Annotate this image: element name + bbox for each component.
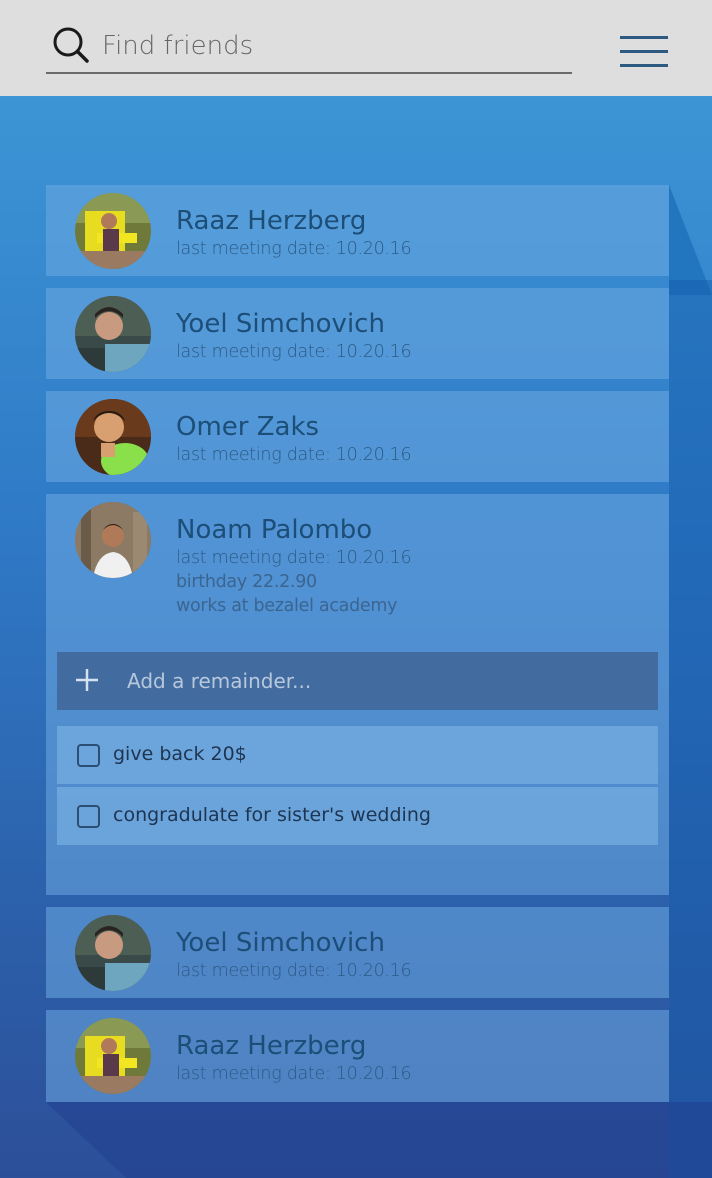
todo-text: give back 20$ — [113, 743, 247, 765]
todo-checkbox[interactable] — [77, 744, 100, 767]
avatar — [75, 399, 151, 475]
friend-card[interactable]: Raaz Herzberg last meeting date: 10.20.1… — [46, 185, 669, 276]
avatar — [75, 915, 151, 991]
avatar — [75, 193, 151, 269]
add-remainder-bar[interactable] — [57, 652, 658, 710]
friend-card[interactable]: Yoel Simchovich last meeting date: 10.20… — [46, 288, 669, 379]
friend-name: Yoel Simchovich — [176, 309, 385, 339]
search-input[interactable] — [102, 26, 562, 66]
friend-card[interactable]: Omer Zaks last meeting date: 10.20.16 — [46, 391, 669, 482]
friend-card-expanded[interactable]: Noam Palombo last meeting date: 10.20.16… — [46, 494, 669, 895]
friend-name: Raaz Herzberg — [176, 206, 367, 236]
card-shadow — [669, 185, 712, 295]
last-meeting-date: last meeting date: 10.20.16 — [176, 342, 412, 362]
todo-checkbox[interactable] — [77, 805, 100, 828]
friend-name: Noam Palombo — [176, 515, 373, 545]
todo-item: give back 20$ — [57, 726, 658, 784]
birthday-text: birthday 22.2.90 — [176, 572, 317, 592]
hamburger-menu-icon[interactable] — [620, 36, 670, 70]
last-meeting-date: last meeting date: 10.20.16 — [176, 1064, 412, 1084]
last-meeting-date: last meeting date: 10.20.16 — [176, 239, 412, 259]
friend-name: Yoel Simchovich — [176, 928, 385, 958]
last-meeting-date: last meeting date: 10.20.16 — [176, 445, 412, 465]
avatar — [75, 502, 151, 578]
search-icon[interactable] — [52, 26, 90, 64]
remainder-input[interactable] — [127, 662, 647, 700]
friend-card[interactable]: Raaz Herzberg last meeting date: 10.20.1… — [46, 1010, 669, 1102]
last-meeting-date: last meeting date: 10.20.16 — [176, 961, 412, 981]
avatar — [75, 1018, 151, 1094]
search-bar — [46, 22, 572, 74]
friend-card[interactable]: Yoel Simchovich last meeting date: 10.20… — [46, 907, 669, 998]
top-bar — [0, 0, 712, 96]
avatar — [75, 296, 151, 372]
plus-icon[interactable] — [75, 668, 99, 692]
todo-item: congradulate for sister's wedding — [57, 787, 658, 845]
workplace-text: works at bezalel academy — [176, 596, 398, 616]
friend-name: Raaz Herzberg — [176, 1031, 367, 1061]
friend-name: Omer Zaks — [176, 412, 320, 442]
todo-text: congradulate for sister's wedding — [113, 804, 431, 826]
card-shadow — [669, 280, 712, 1178]
last-meeting-date: last meeting date: 10.20.16 — [176, 548, 412, 568]
card-shadow — [46, 1102, 712, 1178]
